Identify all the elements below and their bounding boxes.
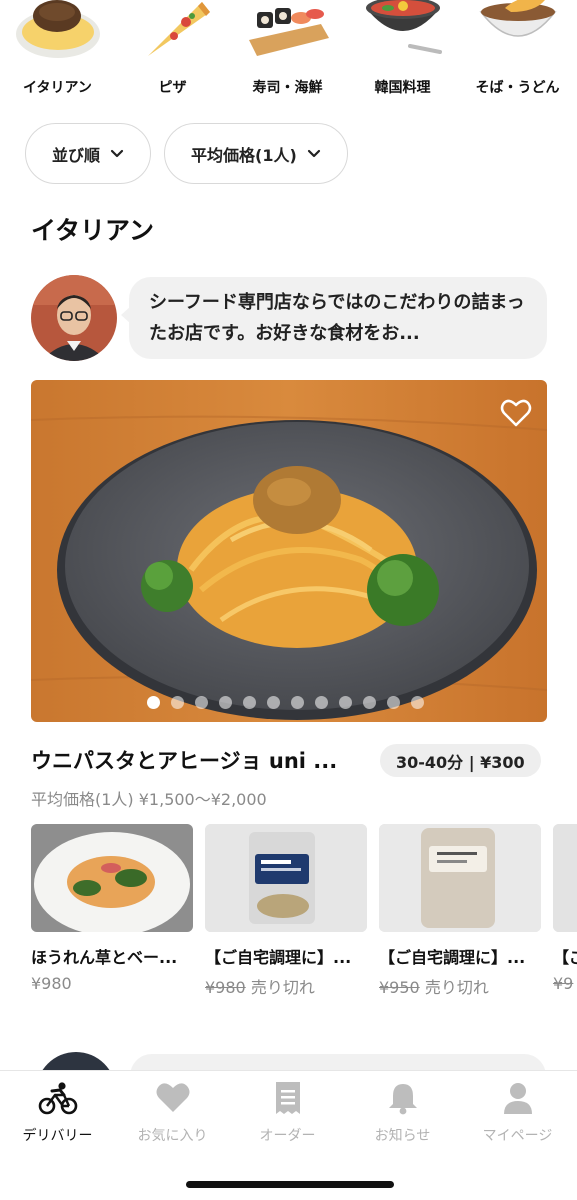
sort-dropdown[interactable]: 並び順 [25, 123, 152, 184]
category-pizza[interactable]: ピザ [115, 0, 230, 104]
original-price: ¥9 [553, 974, 574, 993]
sold-out-label: 売り切れ [250, 978, 315, 997]
person-icon [503, 1083, 532, 1114]
menu-items-scroller[interactable]: ほうれん草とベー... ¥980 【ご自宅調理に】... ¥980 売り切れ 【… [31, 824, 577, 1004]
average-price: 平均価格(1人) ¥1,500〜¥2,000 [31, 790, 267, 809]
carousel-dot[interactable] [339, 696, 352, 709]
filter-bar: 並び順 平均価格(1人) [25, 123, 348, 184]
avg-price-dropdown[interactable]: 平均価格(1人) [164, 123, 348, 184]
menu-item-image [31, 824, 193, 932]
original-price: ¥980 [205, 978, 246, 997]
tab-label: デリバリー [22, 1128, 93, 1144]
bell-icon [388, 1084, 417, 1115]
tempura-soba-icon [478, 0, 557, 37]
category-italian[interactable]: イタリアン [0, 0, 115, 104]
avg-price-label: 平均価格(1人) [191, 145, 297, 165]
carousel-dot[interactable] [243, 696, 256, 709]
tab-notifications[interactable]: お知らせ [345, 1081, 460, 1145]
restaurant-name[interactable]: ウニパスタとアヒージョ uni ... [31, 745, 371, 775]
menu-item-price: ¥9 [553, 974, 577, 993]
sort-label: 並び順 [52, 145, 101, 165]
menu-item[interactable]: 【ご自宅調理に】... ¥980 売り切れ [205, 824, 367, 998]
category-soba-udon[interactable]: そば・うどん [460, 0, 575, 104]
tab-mypage[interactable]: マイページ [460, 1081, 575, 1145]
pizza-icon [147, 2, 210, 56]
tab-delivery[interactable]: デリバリー [0, 1081, 115, 1145]
menu-item-image [379, 824, 541, 932]
category-label: イタリアン [23, 80, 92, 96]
section-title: イタリアン [31, 216, 155, 245]
carousel-dot[interactable] [219, 696, 232, 709]
menu-item-price: ¥980 売り切れ [205, 974, 367, 998]
category-label: そば・うどん [475, 80, 560, 96]
menu-item-image [553, 824, 577, 932]
menu-item[interactable]: 【ご ¥9 [553, 824, 577, 993]
category-label: 寿司・海鮮 [252, 80, 323, 96]
bibimbap-icon [365, 0, 442, 54]
chef-comment-bubble: シーフード専門店ならではのこだわりの詰まったお店です。お好きな食材をお... [129, 277, 547, 359]
delivery-badge: 30-40分 | ¥300 [380, 744, 541, 777]
sold-out-label: 売り切れ [424, 978, 489, 997]
menu-item[interactable]: ほうれん草とベー... ¥980 [31, 824, 193, 993]
price: ¥980 [31, 974, 72, 993]
tab-label: オーダー [259, 1128, 316, 1144]
menu-item[interactable]: 【ご自宅調理に】... ¥950 売り切れ [379, 824, 541, 998]
carousel-dot[interactable] [147, 696, 160, 709]
heart-icon [156, 1083, 189, 1112]
carousel-dot[interactable] [363, 696, 376, 709]
menu-item-name: 【ご自宅調理に】... [379, 948, 526, 967]
menu-item-name: ほうれん草とベー... [31, 948, 178, 967]
tab-favorites[interactable]: お気に入り [115, 1081, 230, 1145]
tab-label: お知らせ [374, 1128, 431, 1144]
category-korean[interactable]: 韓国料理 [345, 0, 460, 104]
tab-orders[interactable]: オーダー [230, 1081, 345, 1145]
bicycle-icon [38, 1082, 77, 1115]
carousel-dot[interactable] [291, 696, 304, 709]
category-sushi[interactable]: 寿司・海鮮 [230, 0, 345, 104]
carousel-dot[interactable] [171, 696, 184, 709]
category-label: ピザ [158, 80, 187, 96]
carousel-dots [147, 696, 424, 709]
carousel-dot[interactable] [267, 696, 280, 709]
tab-label: お気に入り [137, 1128, 208, 1144]
category-label: 韓国料理 [374, 80, 431, 96]
carousel-dot[interactable] [315, 696, 328, 709]
carousel-dot[interactable] [195, 696, 208, 709]
tab-label: マイページ [482, 1128, 553, 1144]
chevron-down-icon [307, 149, 320, 157]
menu-item-image [205, 824, 367, 932]
chef-avatar [31, 275, 117, 361]
original-price: ¥950 [379, 978, 420, 997]
carousel-dot[interactable] [411, 696, 424, 709]
carousel-dot[interactable] [387, 696, 400, 709]
chevron-down-icon [110, 149, 124, 157]
favorite-heart-icon[interactable] [500, 398, 532, 428]
restaurant-hero-image[interactable] [31, 380, 547, 722]
home-indicator [186, 1181, 394, 1188]
hamburg-steak-icon [15, 0, 100, 58]
receipt-icon [275, 1082, 300, 1114]
menu-item-name: 【ご [553, 948, 577, 967]
menu-item-price: ¥950 売り切れ [379, 974, 541, 998]
category-row: イタリアン ピザ 寿司・海鮮 韓国料理 そば・うどん [0, 0, 577, 104]
menu-item-name: 【ご自宅調理に】... [205, 948, 352, 967]
menu-item-price: ¥980 [31, 974, 193, 993]
sushi-icon [248, 8, 329, 56]
